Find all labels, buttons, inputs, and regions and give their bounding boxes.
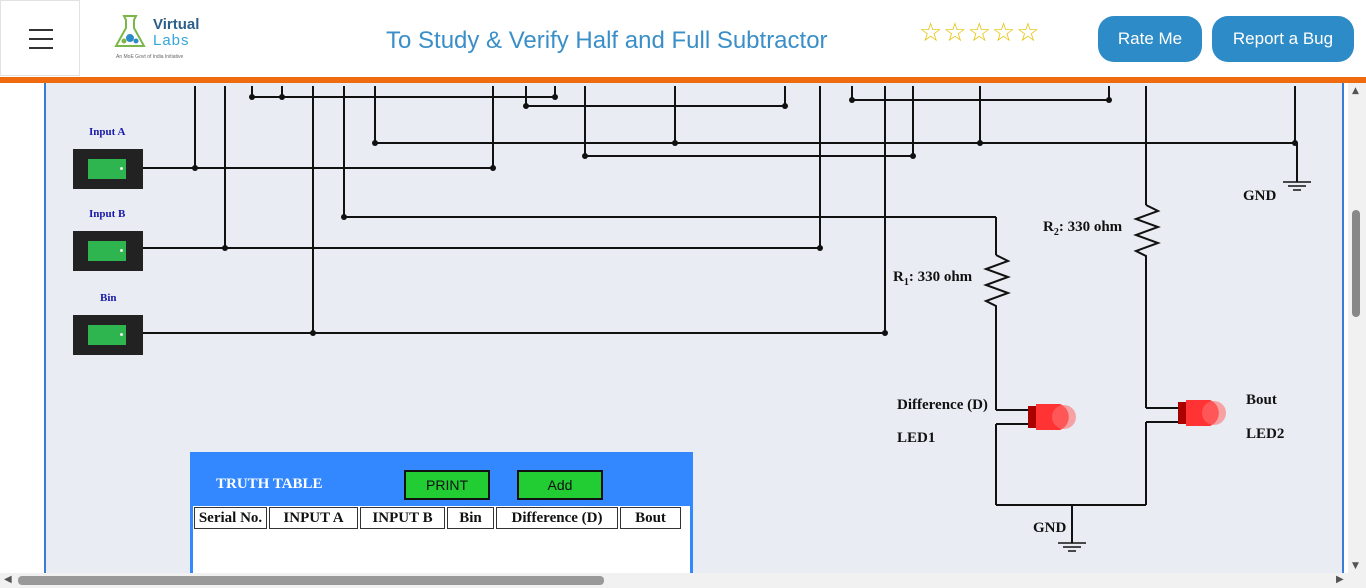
column-header-difference: Difference (D)	[496, 507, 618, 529]
column-header-bout: Bout	[620, 507, 681, 529]
gnd-bottom-label: GND	[1033, 520, 1067, 536]
truth-table-title: TRUTH TABLE	[216, 476, 323, 492]
column-header-input-b: INPUT B	[360, 507, 445, 529]
truth-table: Serial No. INPUT A INPUT B Bin Differenc…	[193, 506, 690, 573]
input-a-label: Input A	[89, 126, 126, 138]
led1-name-label: Difference (D)	[897, 397, 988, 413]
vertical-scroll-thumb[interactable]	[1352, 210, 1360, 317]
gnd-top-label: GND	[1243, 188, 1277, 204]
scroll-up-arrow-icon[interactable]: ▲	[1352, 86, 1359, 96]
truth-table-panel: TRUTH TABLE PRINT Add Serial No. INPUT A…	[190, 452, 693, 573]
bin-label: Bin	[100, 292, 117, 304]
led2-label: LED2	[1246, 426, 1285, 442]
led2-icon	[1178, 400, 1226, 426]
led2-name-label: Bout	[1246, 392, 1277, 408]
add-button[interactable]: Add	[517, 470, 603, 500]
led1-icon	[1028, 404, 1076, 430]
horizontal-scrollbar[interactable]: ◀ ▶	[0, 573, 1366, 588]
scroll-left-arrow-icon[interactable]: ◀	[4, 574, 12, 585]
vertical-scrollbar[interactable]: ▲ ▼	[1348, 83, 1366, 573]
scroll-down-arrow-icon[interactable]: ▼	[1352, 561, 1359, 571]
input-b-switch[interactable]	[73, 231, 143, 271]
input-b-label: Input B	[89, 208, 126, 220]
column-header-serial: Serial No.	[194, 507, 267, 529]
print-button[interactable]: PRINT	[404, 470, 490, 500]
truth-table-header: Serial No. INPUT A INPUT B Bin Differenc…	[193, 506, 682, 532]
horizontal-scroll-thumb[interactable]	[18, 576, 604, 585]
scroll-right-arrow-icon[interactable]: ▶	[1336, 574, 1344, 585]
r2-label: R2: 330 ohm	[1043, 219, 1123, 238]
column-header-input-a: INPUT A	[269, 507, 358, 529]
input-a-switch[interactable]	[73, 149, 143, 189]
led1-label: LED1	[897, 430, 936, 446]
r1-label: R1: 330 ohm	[893, 269, 973, 288]
bin-switch[interactable]	[73, 315, 143, 355]
column-header-bin: Bin	[447, 507, 494, 529]
